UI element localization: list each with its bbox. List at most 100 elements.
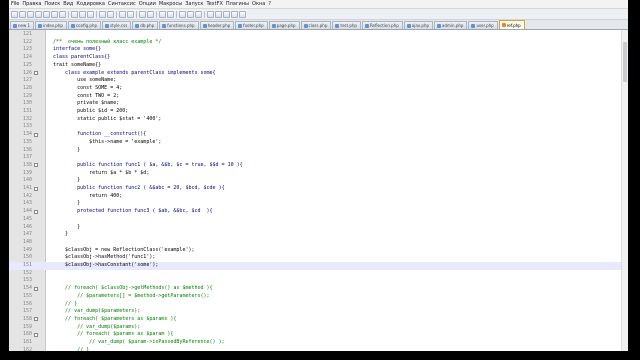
menu-item[interactable]: Макросы [159,0,182,8]
save-all-icon[interactable] [35,10,42,18]
menu-item[interactable]: Плагины [226,0,249,8]
menu-item[interactable]: Запуск [185,0,203,8]
code-line[interactable]: 149 $classObj = new ReflectionClass('exa… [9,247,628,255]
find-icon[interactable] [119,10,126,18]
fold-toggle-icon[interactable] [34,332,38,337]
code-line[interactable]: 136 } [9,147,628,155]
file-tab[interactable]: functions.php [159,21,199,29]
code-line[interactable]: 142 return 400; [9,193,628,201]
code-line[interactable]: 131 public $id = 200; [9,108,628,116]
code-line[interactable]: 154 // foreach( $classObj->getMethods() … [9,285,628,293]
file-tab[interactable]: style.css [102,21,132,29]
code-line[interactable]: 132 static public $stat = '400'; [9,116,628,124]
fold-toggle-icon[interactable] [34,209,38,214]
code-line[interactable]: 148 [9,239,628,247]
copy-icon[interactable] [79,10,86,18]
code-line[interactable]: 124 class parentClass{} [9,54,628,62]
file-tab[interactable]: class.php [300,21,332,29]
code-line[interactable]: 159 // var_dump($params); [9,324,628,332]
code-line[interactable]: 139 return $a * $b * $d; [9,170,628,178]
new-file-icon[interactable] [11,10,18,18]
code-line[interactable]: 162 // } [9,347,628,351]
menu-item[interactable]: Опции [139,0,156,8]
save-macro-icon[interactable] [239,10,246,18]
menu-item[interactable]: Окна [252,0,265,8]
file-tab[interactable]: admin.php [434,21,468,29]
code-line[interactable]: 152 [9,270,628,278]
file-tab[interactable]: footer.php [235,21,268,29]
close-icon[interactable] [43,10,50,18]
file-tab[interactable]: new 1 [10,21,35,29]
code-line[interactable]: 123 interface some{} [9,46,628,54]
file-tab[interactable]: test.php [332,21,361,29]
code-line[interactable]: 150 $classObj->hasMethod('func1'); [9,254,628,262]
open-file-icon[interactable] [19,10,26,18]
code-line[interactable]: 157 // var_dump($parameters); [9,308,628,316]
stop-icon[interactable] [215,10,222,18]
code-line[interactable]: 145 [9,216,628,224]
menu-item[interactable]: Поиск [44,0,60,8]
menu-item[interactable]: File [11,0,19,8]
fold-toggle-icon[interactable] [34,186,38,191]
file-tab[interactable]: db.php [132,21,159,29]
code-line[interactable]: 121 [9,31,628,39]
file-tab[interactable]: page.php [268,21,300,29]
undo-icon[interactable] [99,10,106,18]
close-all-icon[interactable] [51,10,58,18]
menu-item[interactable]: ? [268,0,271,8]
fold-toggle-icon[interactable] [34,317,38,322]
file-tab[interactable]: index.php [35,21,67,29]
code-line[interactable]: 122 /** очень полезный класс example */ [9,39,628,47]
code-line[interactable]: 161 // var_dump( $param->isPassedByRefer… [9,339,628,347]
code-line[interactable]: 135 $this->name = 'example'; [9,139,628,147]
code-line[interactable]: 134 function __construct(){ [9,131,628,139]
menu-item[interactable]: Кодировка [76,0,105,8]
zoom-in-icon[interactable] [139,10,146,18]
fold-toggle-icon[interactable] [34,286,38,291]
code-line[interactable]: 151 $classObj->hasConstant('some'); [9,262,628,270]
file-tab[interactable]: ajax.php [403,21,434,29]
code-line[interactable]: 125 trait someName{} [9,62,628,70]
code-line[interactable]: 143 } [9,200,628,208]
file-tab[interactable]: ref.php [498,20,525,29]
scrollbar-thumb[interactable] [623,42,627,82]
code-line[interactable]: 128 const SOME = 4; [9,85,628,93]
code-line[interactable]: 155 // $parameters[] = $method->getParam… [9,293,628,301]
save-icon[interactable] [27,10,34,18]
code-line[interactable]: 141 public function func2 ( &$abc = 20, … [9,185,628,193]
code-line[interactable]: 133 [9,123,628,131]
file-tab[interactable]: config.php [67,21,102,29]
file-tab[interactable]: user.php [468,21,498,29]
code-line[interactable]: 156 // } [9,301,628,309]
file-tab[interactable]: header.php [199,21,235,29]
code-line[interactable]: 126 class example extends parentClass im… [9,70,628,78]
code-line[interactable]: 138 public function func1 ( $a, &$b, $c … [9,162,628,170]
code-line[interactable]: 137 [9,154,628,162]
menu-item[interactable]: TextFX [206,0,222,8]
sync-v-icon[interactable] [159,10,166,18]
code-line[interactable]: 147 } [9,231,628,239]
menu-item[interactable]: Правка [22,0,41,8]
code-line[interactable]: 153 [9,277,628,285]
record-icon[interactable] [207,10,214,18]
sync-h-icon[interactable] [167,10,174,18]
code-line[interactable]: 160 // foreach( $params as $param ){ [9,331,628,339]
indent-guide-icon[interactable] [195,10,202,18]
print-icon[interactable] [59,10,66,18]
code-line[interactable]: 129 const TWO = 2; [9,93,628,101]
all-chars-icon[interactable] [187,10,194,18]
code-line[interactable]: 146 } [9,224,628,232]
paste-icon[interactable] [87,10,94,18]
fold-toggle-icon[interactable] [34,71,38,75]
menu-item[interactable]: Синтаксис [108,0,136,8]
zoom-out-icon[interactable] [147,10,154,18]
cut-icon[interactable] [71,10,78,18]
code-line[interactable]: 130 private $name; [9,100,628,108]
wrap-icon[interactable] [179,10,186,18]
code-line[interactable]: 140 } [9,177,628,185]
play-icon[interactable] [223,10,230,18]
fold-toggle-icon[interactable] [34,132,38,137]
fold-toggle-icon[interactable] [34,163,38,168]
vertical-scrollbar[interactable] [621,30,628,351]
code-editor[interactable]: 121 122 /** очень полезный класс example *… [9,30,628,351]
